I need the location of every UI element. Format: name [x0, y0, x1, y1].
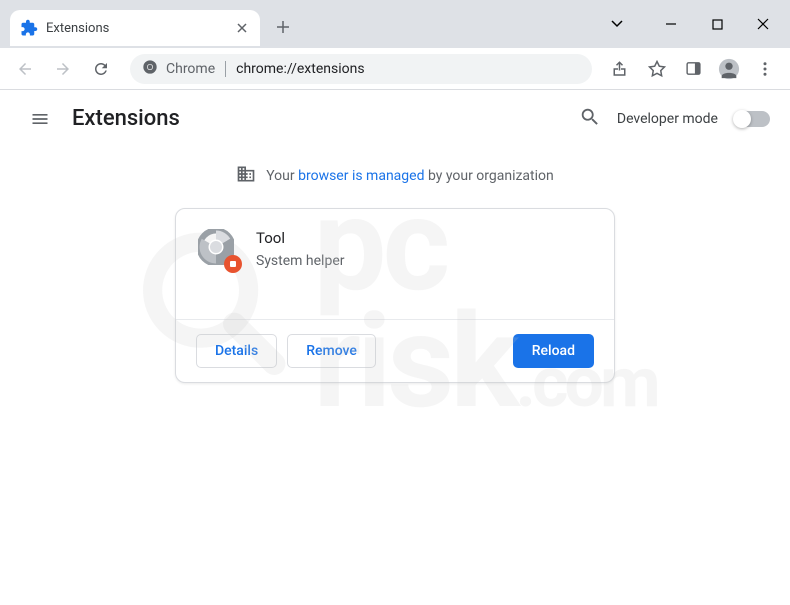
browser-tab[interactable]: Extensions [10, 10, 260, 46]
search-icon[interactable] [579, 106, 601, 132]
titlebar: Extensions [0, 0, 790, 48]
share-icon[interactable] [604, 52, 638, 86]
page-header: Extensions Developer mode [0, 90, 790, 148]
extension-icon-wrap [198, 229, 238, 269]
dropdown-icon[interactable] [594, 4, 640, 44]
window-controls [594, 0, 790, 48]
minimize-button[interactable] [648, 4, 694, 44]
building-icon [236, 164, 256, 188]
maximize-button[interactable] [694, 4, 740, 44]
bookmark-star-icon[interactable] [640, 52, 674, 86]
forward-button[interactable] [46, 52, 80, 86]
page-title: Extensions [72, 106, 579, 131]
extension-name: Tool [256, 229, 592, 247]
managed-banner: Your browser is managed by your organiza… [0, 148, 790, 208]
error-badge-icon [224, 255, 242, 273]
managed-link[interactable]: browser is managed [298, 168, 424, 184]
extension-card: Tool System helper Details Remove Reload [175, 208, 615, 383]
details-button[interactable]: Details [196, 334, 277, 368]
toggle-knob [733, 110, 751, 128]
managed-text: Your browser is managed by your organiza… [266, 168, 554, 184]
close-window-button[interactable] [740, 4, 786, 44]
reload-button[interactable] [84, 52, 118, 86]
profile-avatar-icon[interactable] [712, 52, 746, 86]
hamburger-menu-icon[interactable] [20, 99, 60, 139]
remove-button[interactable]: Remove [287, 334, 376, 368]
back-button[interactable] [8, 52, 42, 86]
extensions-list: Tool System helper Details Remove Reload [0, 208, 790, 383]
extension-description: System helper [256, 253, 592, 269]
side-panel-icon[interactable] [676, 52, 710, 86]
developer-mode-label: Developer mode [617, 111, 718, 127]
url-text: Chrome chrome://extensions [166, 61, 365, 77]
reload-button[interactable]: Reload [513, 334, 594, 368]
new-tab-button[interactable] [268, 12, 298, 42]
developer-mode-toggle[interactable] [734, 111, 770, 127]
address-bar[interactable]: Chrome chrome://extensions [130, 54, 592, 84]
extension-actions: Details Remove Reload [176, 319, 614, 382]
toolbar: Chrome chrome://extensions [0, 48, 790, 90]
menu-dots-icon[interactable] [748, 52, 782, 86]
chrome-icon [142, 59, 158, 79]
extension-puzzle-icon [20, 19, 38, 37]
close-tab-icon[interactable] [234, 20, 250, 36]
tab-title: Extensions [46, 21, 234, 36]
